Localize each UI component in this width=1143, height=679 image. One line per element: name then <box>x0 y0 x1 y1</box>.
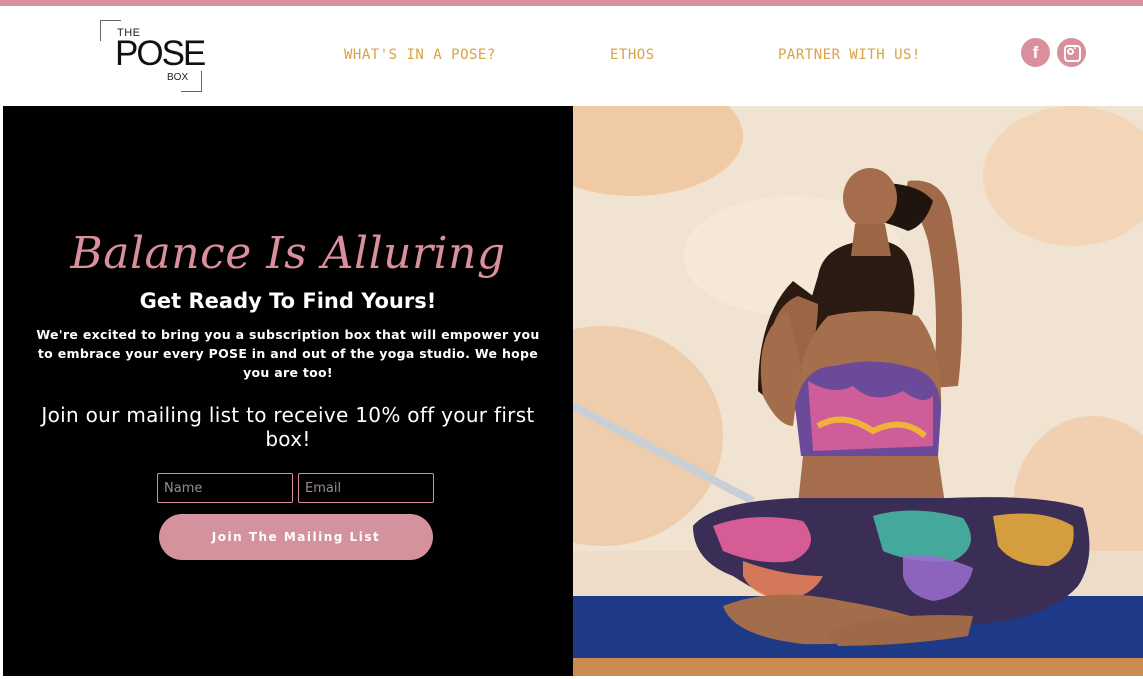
facebook-icon: f <box>1032 43 1039 62</box>
logo-text-pose: POSE <box>115 34 206 73</box>
yoga-woman-illustration <box>573 106 1143 676</box>
logo[interactable]: THE POSE BOX <box>100 20 206 92</box>
name-input[interactable] <box>157 473 293 503</box>
mailing-list-offer: Join our mailing list to receive 10% off… <box>41 403 535 451</box>
hero-subhead: Get Ready To Find Yours! <box>139 289 437 313</box>
hero-signup-panel: Balance Is Alluring Get Ready To Find Yo… <box>3 106 573 676</box>
logo-text-box: BOX <box>167 72 189 83</box>
facebook-link[interactable]: f <box>1021 38 1050 67</box>
join-mailing-list-button[interactable]: Join The Mailing List <box>159 514 433 560</box>
email-input[interactable] <box>298 473 434 503</box>
nav-ethos[interactable]: ETHOS <box>610 47 655 63</box>
hero-yoga-photo <box>573 106 1143 676</box>
nav-whats-in-a-pose[interactable]: WHAT'S IN A POSE? <box>344 47 496 63</box>
instagram-link[interactable] <box>1057 38 1086 67</box>
site-header: THE POSE BOX WHAT'S IN A POSE? ETHOS PAR… <box>0 6 1143 106</box>
hero-intro-text: We're excited to bring you a subscriptio… <box>36 327 540 380</box>
nav-partner-with-us[interactable]: PARTNER WITH US! <box>778 47 921 63</box>
hero-tagline: Balance Is Alluring <box>70 228 506 279</box>
